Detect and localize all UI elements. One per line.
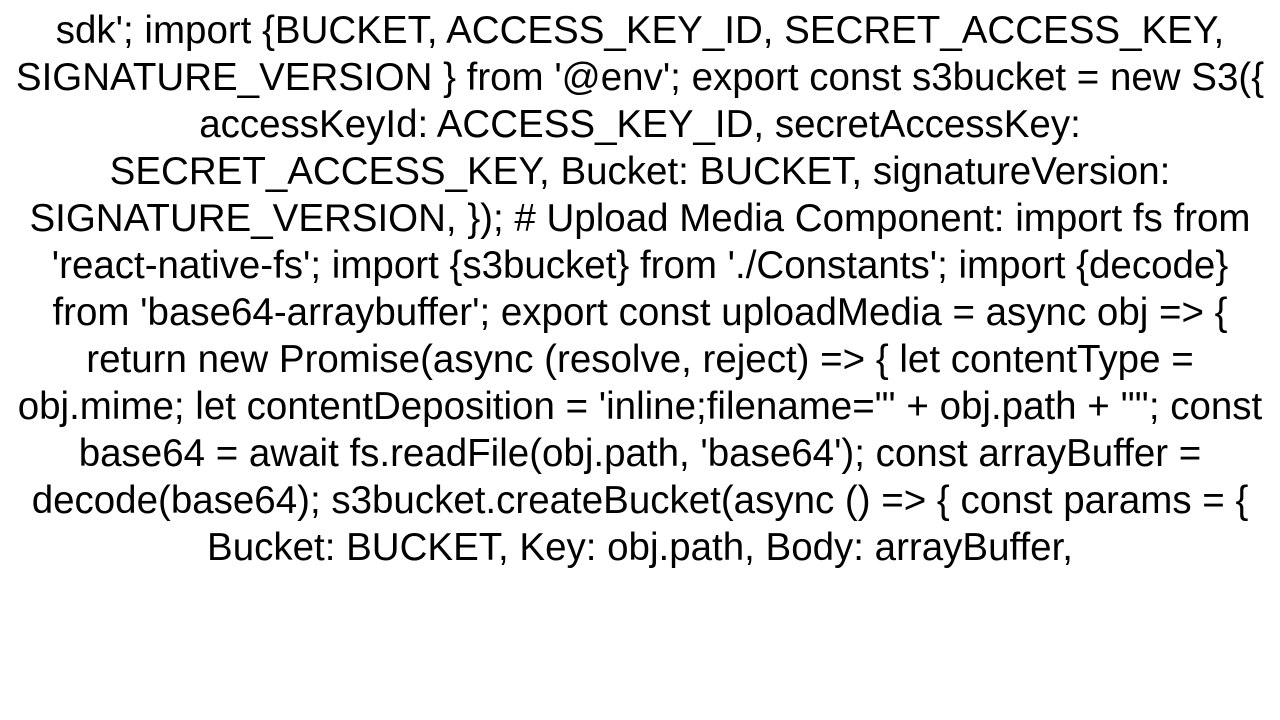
code-text-block: sdk'; import {BUCKET, ACCESS_KEY_ID, SEC… (0, 0, 1280, 720)
